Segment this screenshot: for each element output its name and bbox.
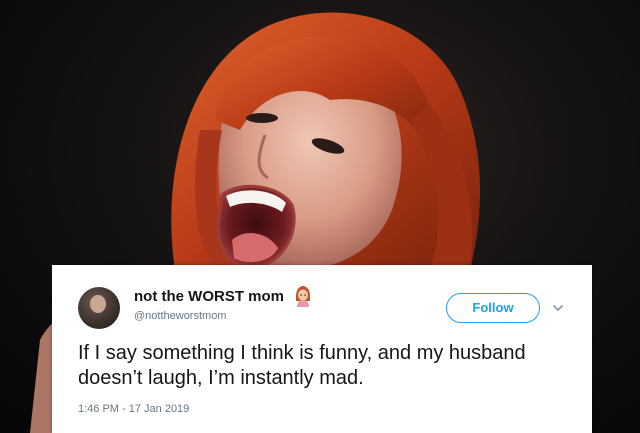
avatar[interactable] bbox=[78, 287, 120, 329]
tweet-card: not the WORST mom @nottheworstmom Follow… bbox=[52, 265, 592, 433]
tweet-timestamp[interactable]: 1:46 PM - 17 Jan 2019 bbox=[78, 403, 189, 415]
tweet-display-name[interactable]: not the WORST mom bbox=[134, 288, 284, 305]
chevron-down-icon[interactable] bbox=[552, 302, 564, 314]
woman-emoji-icon bbox=[296, 286, 310, 307]
tweet-handle[interactable]: @nottheworstmom bbox=[134, 310, 226, 322]
follow-button[interactable]: Follow bbox=[446, 293, 540, 323]
meme-image: not the WORST mom @nottheworstmom Follow… bbox=[0, 0, 640, 433]
tweet-text: If I say something I think is funny, and… bbox=[78, 342, 526, 389]
left-eye bbox=[246, 113, 278, 123]
